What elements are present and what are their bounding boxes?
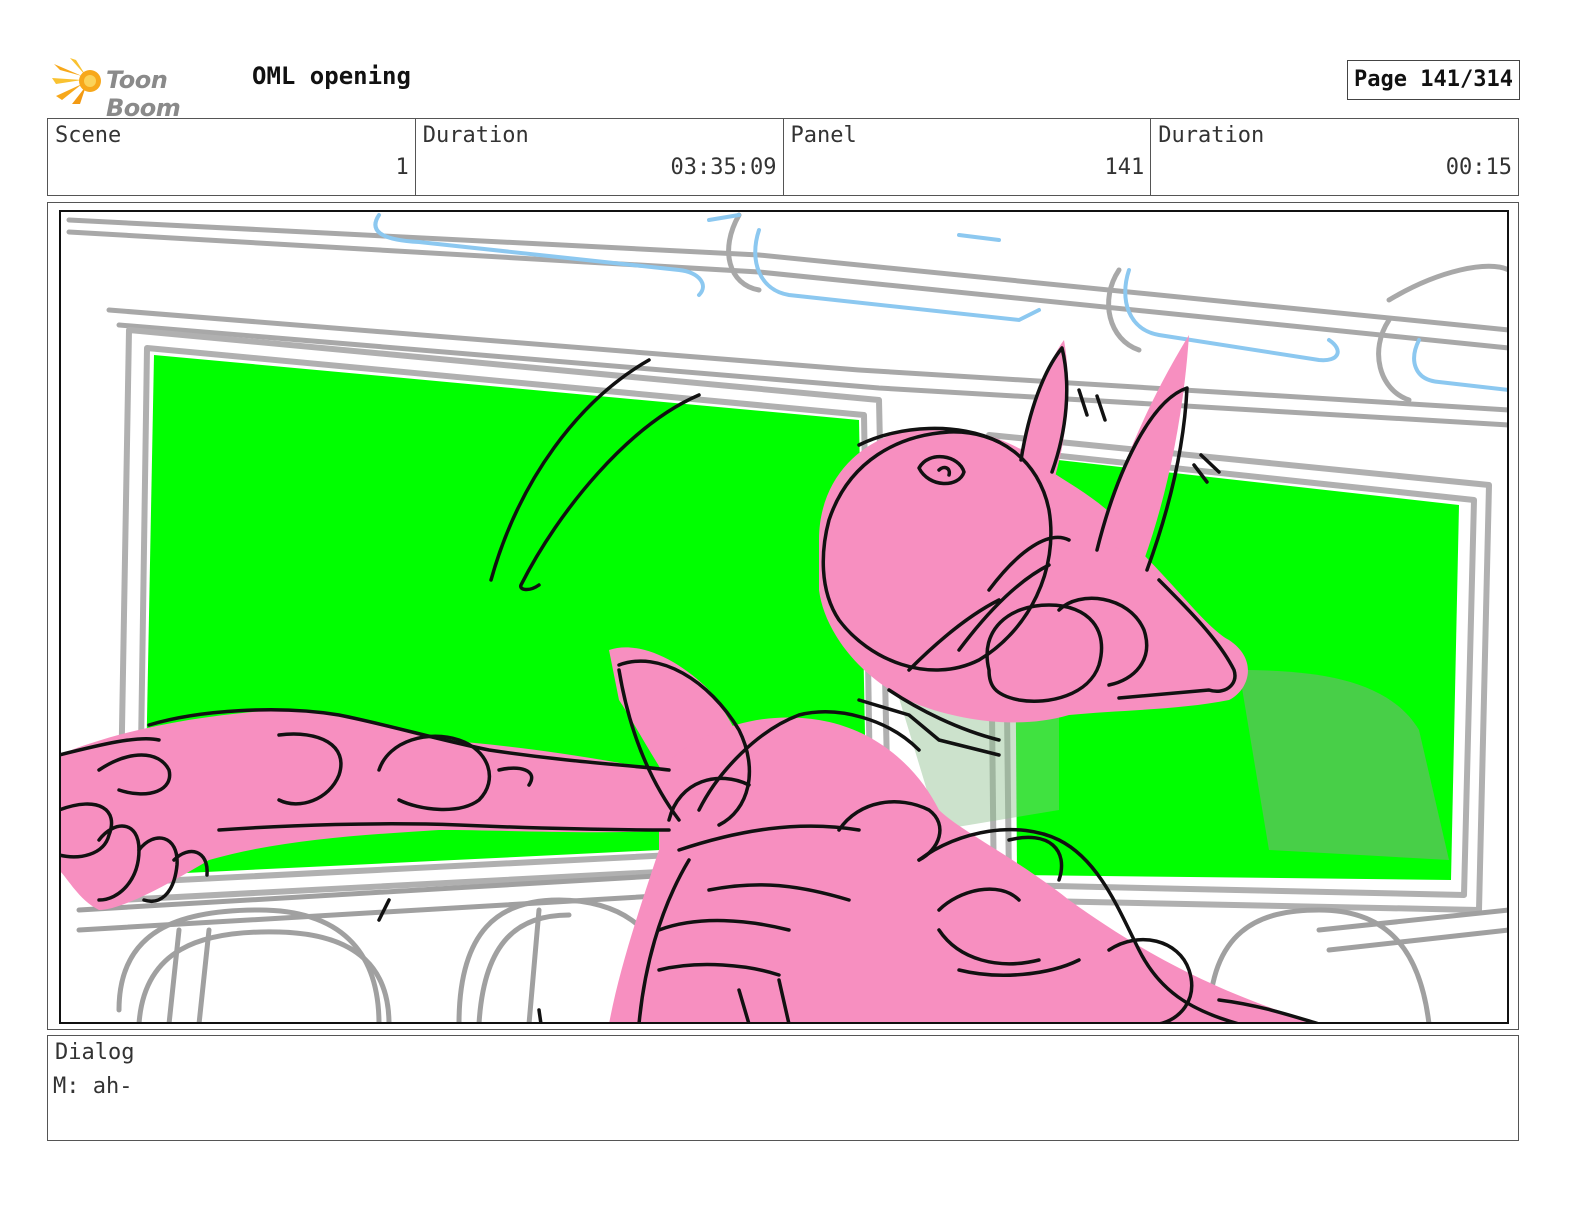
panel-value: 141 [1104,155,1145,180]
dialog-label: Dialog [55,1040,135,1065]
panel-cell: Panel 141 [784,119,1152,195]
scene-duration-cell: Duration 03:35:09 [416,119,784,195]
panel-duration-value: 00:15 [1445,155,1512,180]
dialog-box: Dialog M: ah- [47,1035,1519,1141]
panel-info-row: Scene 1 Duration 03:35:09 Panel 141 Dura… [47,118,1519,196]
scene-value: 1 [395,155,409,180]
sketch-artwork [59,210,1509,1024]
scene-label: Scene [55,123,122,148]
project-title: OML opening [252,62,411,90]
panel-label: Panel [790,123,857,148]
page-number: Page 141/314 [1347,60,1520,100]
scene-duration-label: Duration [422,123,529,148]
dialog-text: M: ah- [53,1074,133,1099]
starburst-icon [52,58,101,104]
scene-cell: Scene 1 [48,119,416,195]
scene-duration-value: 03:35:09 [670,155,777,180]
page-header: Toon Boom OML opening Page 141/314 [48,52,1520,122]
toon-boom-logo: Toon Boom [52,56,242,122]
panel-duration-label: Duration [1158,123,1265,148]
storyboard-panel [47,202,1519,1030]
panel-duration-cell: Duration 00:15 [1151,119,1518,195]
panel-drawing [59,210,1509,1024]
logo-text: Toon Boom [106,66,181,122]
